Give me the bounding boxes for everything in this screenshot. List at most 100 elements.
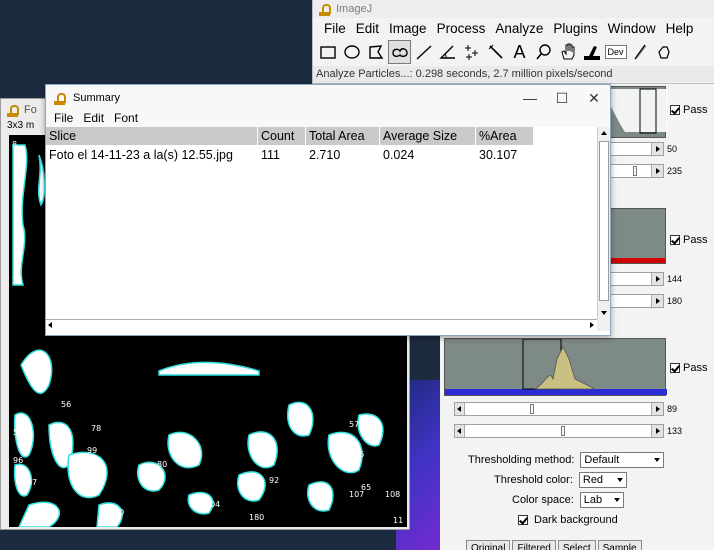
scroll-thumb[interactable]	[599, 141, 609, 301]
summary-titlebar: Summary — ☐ ✕	[46, 85, 610, 111]
menu-analyze[interactable]: Analyze	[490, 21, 548, 36]
pass-hue-checkbox[interactable]: Pass	[670, 104, 707, 116]
pass-brightness-checkbox[interactable]: Pass	[670, 362, 707, 374]
minimize-icon[interactable]: —	[514, 85, 546, 111]
cell-total-area: 2.710	[309, 148, 341, 162]
brightness-histogram	[444, 338, 667, 396]
dev-menu-icon[interactable]: Dev	[604, 40, 627, 64]
menu-edit[interactable]: Edit	[351, 21, 384, 36]
sample-button[interactable]: Sample	[597, 540, 642, 550]
scrollbar-corner	[597, 319, 610, 331]
scroll-left-icon[interactable]	[48, 322, 52, 328]
summary-title: Summary	[73, 92, 121, 104]
column-header-percent-area[interactable]: %Area	[476, 127, 534, 145]
threshold-method-value: Default	[584, 454, 620, 466]
brightness-max-slider[interactable]	[454, 424, 664, 438]
scroll-right-icon[interactable]	[590, 322, 594, 328]
particle-label: 107	[349, 490, 364, 499]
summary-vertical-scrollbar[interactable]	[597, 127, 610, 319]
column-header-count[interactable]: Count	[258, 127, 306, 145]
close-icon[interactable]: ✕	[578, 85, 610, 111]
multipoint-tool-icon[interactable]	[460, 40, 483, 64]
original-button[interactable]: Original	[466, 540, 511, 550]
threshold-color-value: Red	[582, 474, 604, 486]
summary-results-table[interactable]: Slice Count Total Area Average Size %Are…	[46, 127, 598, 319]
particle-label: 104	[205, 500, 220, 509]
brightness-min-slider[interactable]	[454, 402, 664, 416]
particle-label: 11	[393, 516, 403, 525]
particle-label: 38	[12, 276, 22, 285]
pass-label: Pass	[683, 362, 708, 374]
dark-background-label: Dark background	[534, 514, 618, 526]
oval-tool-icon[interactable]	[340, 40, 363, 64]
magnifier-tool-icon[interactable]	[532, 40, 555, 64]
cell-count: 111	[261, 148, 281, 162]
chevron-down-icon	[613, 498, 620, 502]
particle-label: 56	[297, 418, 307, 427]
menu-image[interactable]: Image	[384, 21, 432, 36]
brightness-min-value: 89	[667, 404, 678, 414]
rectangle-tool-icon[interactable]	[316, 40, 339, 64]
threshold-method-row: Thresholding method: Default	[468, 452, 665, 468]
scroll-up-icon[interactable]	[598, 127, 610, 139]
column-header-slice[interactable]: Slice	[46, 127, 258, 145]
particle-label: 59	[13, 428, 23, 437]
threshold-color-row: Threshold color: Red	[494, 472, 627, 488]
wand-tool-icon[interactable]	[484, 40, 507, 64]
saturation-max-value: 180	[667, 296, 683, 306]
checkbox-icon	[670, 363, 680, 373]
text-tool-icon[interactable]: A	[508, 40, 531, 64]
summary-window[interactable]: Summary — ☐ ✕ File Edit Font Slice Count…	[45, 84, 611, 336]
color-space-label: Color space:	[512, 494, 574, 506]
chevron-down-icon	[654, 458, 661, 462]
particle-label: 57	[349, 420, 359, 429]
pass-label: Pass	[683, 234, 708, 246]
color-space-row: Color space: Lab	[512, 492, 624, 508]
menu-file[interactable]: File	[319, 21, 351, 36]
stamp-tool-icon[interactable]	[652, 40, 675, 64]
column-header-average-size[interactable]: Average Size	[380, 127, 476, 145]
cell-average-size: 0.024	[383, 148, 415, 162]
scroll-down-icon[interactable]	[598, 307, 610, 319]
threshold-method-select[interactable]: Default	[580, 452, 665, 468]
particle-label: 78	[91, 424, 101, 433]
color-space-value: Lab	[583, 494, 603, 506]
color-space-select[interactable]: Lab	[579, 492, 624, 508]
checkbox-icon	[670, 235, 680, 245]
menu-window[interactable]: Window	[603, 21, 661, 36]
maximize-icon[interactable]: ☐	[546, 85, 578, 111]
menu-help[interactable]: Help	[661, 21, 699, 36]
menu-plugins[interactable]: Plugins	[548, 21, 602, 36]
select-button[interactable]: Select	[557, 540, 596, 550]
summary-horizontal-scrollbar[interactable]	[46, 319, 598, 331]
column-header-total-area[interactable]: Total Area	[306, 127, 380, 145]
summary-menu-edit[interactable]: Edit	[83, 111, 114, 127]
image-window-title: Fo	[24, 104, 37, 116]
window-controls: — ☐ ✕	[514, 85, 610, 111]
brush-tool-icon[interactable]	[628, 40, 651, 64]
imagej-titlebar: ImageJ	[313, 0, 714, 18]
dark-background-checkbox[interactable]: Dark background	[518, 514, 618, 526]
imagej-main-window: ImageJ File Edit Image Process Analyze P…	[312, 0, 714, 84]
cell-percent-area: 30.107	[479, 148, 518, 162]
filtered-button[interactable]: Filtered	[512, 540, 556, 550]
line-tool-icon[interactable]	[412, 40, 435, 64]
summary-menu-file[interactable]: File	[54, 111, 83, 127]
summary-menu-font[interactable]: Font	[114, 111, 148, 127]
freehand-tool-icon[interactable]	[388, 40, 411, 64]
imagej-menubar: File Edit Image Process Analyze Plugins …	[313, 18, 714, 38]
menu-process[interactable]: Process	[432, 21, 491, 36]
imagej-app-icon	[319, 3, 331, 16]
particle-label: 79	[187, 450, 197, 459]
particle-label: 180	[249, 513, 264, 522]
hand-tool-icon[interactable]	[556, 40, 579, 64]
brightness-max-value: 133	[667, 426, 683, 436]
dropper-tool-icon[interactable]	[580, 40, 603, 64]
pass-saturation-checkbox[interactable]: Pass	[670, 234, 707, 246]
threshold-color-select[interactable]: Red	[578, 472, 627, 488]
hue-max-value: 235	[667, 166, 683, 176]
angle-tool-icon[interactable]	[436, 40, 459, 64]
polygon-tool-icon[interactable]	[364, 40, 387, 64]
particle-label: 88	[371, 428, 381, 437]
particle-label: 87	[27, 478, 37, 487]
